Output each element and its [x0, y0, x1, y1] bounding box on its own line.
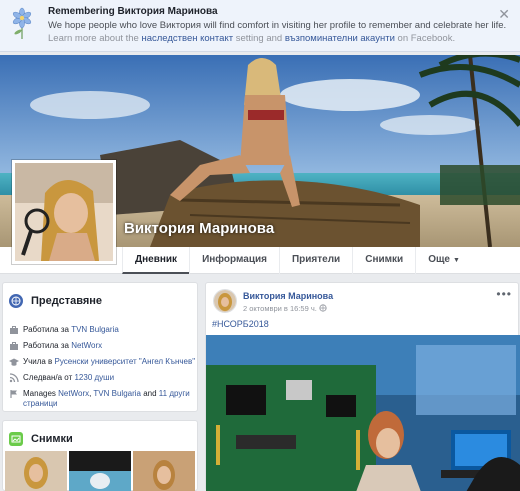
post-author[interactable]: Виктория Маринова	[243, 291, 333, 301]
work-link-tvn[interactable]: TVN Bulgaria	[71, 325, 119, 334]
intro-row-text: Manages	[23, 389, 59, 398]
tab-more[interactable]: Още ▼	[415, 247, 472, 274]
post-photo[interactable]	[206, 335, 520, 491]
rss-icon	[9, 373, 19, 383]
managed-page-networx[interactable]: NetWorx	[58, 389, 89, 398]
memorialized-accounts-link[interactable]: възпоминателни акаунти	[285, 33, 395, 44]
intro-manages: Manages NetWorx, TVN Bulgaria and 11 дру…	[9, 389, 197, 409]
intro-work-2: Работила за NetWorx	[9, 341, 197, 351]
photos-card: Снимки	[2, 420, 198, 491]
intro-title: Представяне	[31, 295, 103, 307]
tab-more-label: Още	[428, 254, 450, 265]
banner-learn-more: Learn more about the наследствен контакт…	[48, 33, 455, 44]
photo-icon	[9, 432, 23, 446]
intro-card: Представяне Работила за TVN Bulgaria Раб…	[2, 282, 198, 412]
tab-timeline[interactable]: Дневник	[122, 247, 190, 274]
flag-icon	[10, 390, 17, 398]
globe-icon	[9, 294, 23, 308]
managed-page-tvn[interactable]: TVN Bulgaria	[93, 389, 141, 398]
work-link-networx[interactable]: NetWorx	[71, 341, 102, 350]
remembering-banner: Remembering Виктория Маринова We hope pe…	[0, 0, 520, 52]
photo-thumbnail[interactable]	[69, 451, 131, 491]
intro-row-text: Следван/а от	[23, 373, 75, 382]
post-hashtag[interactable]: #НСОРБ2018	[212, 319, 269, 329]
intro-education: Учила в Русенски университет "Ангел Кънч…	[9, 357, 197, 367]
post-options-icon[interactable]: •••	[496, 287, 512, 301]
intro-row-text: Работила за	[23, 341, 72, 350]
post-timestamp[interactable]: 2 октомври в 16:59 ч.	[243, 304, 327, 313]
timeline-post: Виктория Маринова 2 октомври в 16:59 ч. …	[205, 282, 520, 491]
followers-link[interactable]: 1230 души	[74, 373, 114, 382]
flower-icon	[12, 7, 32, 39]
intro-work-1: Работила за TVN Bulgaria	[9, 325, 197, 335]
tab-friends[interactable]: Приятели	[278, 247, 352, 274]
graduation-cap-icon	[9, 358, 19, 366]
profile-picture[interactable]	[12, 160, 116, 264]
learn-middle: setting and	[235, 33, 283, 44]
banner-title: Remembering Виктория Маринова	[48, 6, 218, 17]
globe-icon	[319, 304, 327, 312]
banner-description: We hope people who love Виктория will fi…	[48, 20, 507, 31]
intro-row-text: Учила в	[23, 357, 55, 366]
learn-prefix: Learn more about the	[48, 33, 139, 44]
close-icon[interactable]: ✕	[498, 6, 510, 23]
tab-about[interactable]: Информация	[189, 247, 279, 274]
intro-row-text: Работила за	[23, 325, 72, 334]
profile-name: Виктория Маринова	[124, 220, 275, 237]
photo-thumbnail[interactable]	[133, 451, 195, 491]
briefcase-icon	[10, 326, 18, 334]
intro-row-text: and	[141, 389, 159, 398]
post-time-text: 2 октомври в 16:59 ч.	[243, 304, 317, 313]
learn-suffix: on Facebook.	[397, 33, 456, 44]
briefcase-icon	[10, 342, 18, 350]
chevron-down-icon: ▼	[452, 257, 460, 264]
avatar[interactable]	[213, 289, 237, 313]
school-link[interactable]: Русенски университет "Ангел Кънчев"	[55, 357, 196, 366]
photo-thumbnail[interactable]	[5, 451, 67, 491]
intro-followers: Следван/а от 1230 души	[9, 373, 197, 383]
tab-photos[interactable]: Снимки	[352, 247, 415, 274]
legacy-contact-link[interactable]: наследствен контакт	[141, 33, 233, 44]
photos-title: Снимки	[31, 433, 73, 445]
